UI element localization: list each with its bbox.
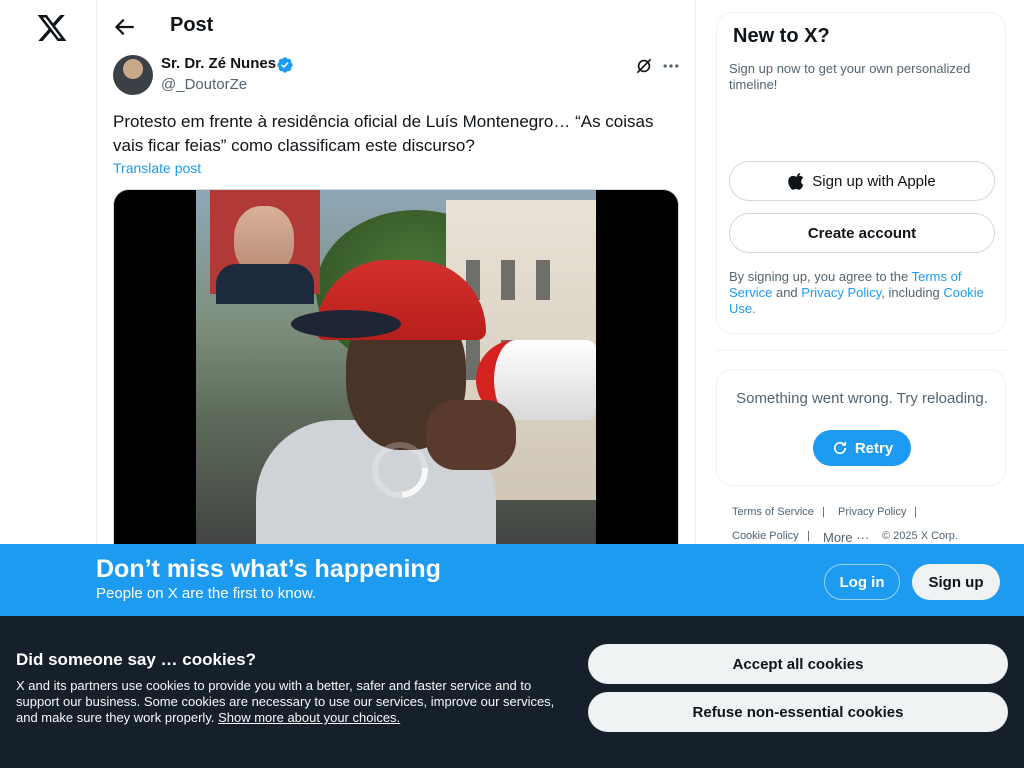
banner-subtitle: People on X are the first to know. [96, 585, 317, 602]
post-video[interactable] [113, 189, 679, 569]
accept-all-cookies-button[interactable]: Accept all cookies [588, 644, 1008, 684]
create-account-button[interactable]: Create account [729, 213, 995, 253]
terms-prefix: By signing up, you agree to the [729, 269, 912, 284]
video-person-cap-bill [291, 310, 401, 338]
x-logo-icon[interactable] [36, 12, 68, 44]
post-text: Protesto em frente à residência oficial … [113, 112, 654, 155]
avatar[interactable] [113, 55, 153, 95]
sign-up-with-apple-button[interactable]: Sign up with Apple [729, 161, 995, 201]
cookie-body: X and its partners use cookies to provid… [16, 678, 576, 726]
refuse-non-essential-cookies-button[interactable]: Refuse non-essential cookies [588, 692, 1008, 732]
footer-separator: | [822, 506, 825, 518]
footer-copyright: © 2025 X Corp. [882, 530, 958, 542]
error-message: Something went wrong. Try reloading. [736, 390, 988, 407]
page-title: Post [170, 14, 214, 36]
retry-button[interactable]: Retry [813, 430, 911, 466]
privacy-policy-link[interactable]: Privacy Policy [801, 285, 881, 300]
post-header: Post [97, 0, 697, 53]
signup-card: New to X? Sign up now to get your own pe… [716, 12, 1006, 334]
video-frame [196, 190, 596, 568]
video-person-hand [426, 400, 516, 470]
show-more-choices-link[interactable]: Show more about your choices. [218, 710, 400, 725]
author-handle[interactable]: @_DoutorZe [161, 76, 247, 93]
signup-terms: By signing up, you agree to the Terms of… [729, 269, 995, 317]
apple-icon [788, 173, 804, 190]
back-arrow-icon[interactable] [111, 14, 137, 40]
more-options-icon[interactable] [661, 56, 681, 76]
author-name[interactable]: Sr. Dr. Zé Nunes [161, 55, 276, 72]
terms-and: and [772, 285, 802, 300]
page: Post Sr. Dr. Zé Nunes @_DoutorZe Protest… [0, 0, 1024, 768]
terms-including: , including [881, 285, 944, 300]
sidebar-divider [716, 350, 1006, 351]
retry-label: Retry [854, 439, 894, 457]
footer-cookie-link[interactable]: Cookie Policy [732, 530, 799, 542]
footer-separator: | [807, 530, 810, 542]
signup-title: New to X? [733, 25, 830, 47]
footer-terms-link[interactable]: Terms of Service [732, 506, 814, 518]
log-in-button[interactable]: Log in [824, 564, 900, 600]
error-card: Something went wrong. Try reloading. Ret… [716, 369, 1006, 486]
sign-up-button[interactable]: Sign up [912, 564, 1000, 600]
cookie-title: Did someone say … cookies? [16, 650, 256, 669]
footer-separator: | [914, 506, 917, 518]
verified-badge-icon [277, 57, 293, 73]
grok-icon[interactable] [634, 56, 654, 76]
refresh-icon [833, 441, 846, 455]
video-inset-portrait [210, 190, 320, 304]
footer-more-button[interactable]: More ··· [823, 530, 869, 545]
translate-post-link[interactable]: Translate post [113, 160, 201, 176]
banner-title: Don’t miss what’s happening [96, 555, 441, 583]
signup-subtitle: Sign up now to get your own personalized… [729, 61, 971, 92]
sign-up-with-apple-label: Sign up with Apple [812, 172, 936, 190]
login-banner: Don’t miss what’s happening People on X … [0, 544, 1024, 616]
cookie-banner: Did someone say … cookies? X and its par… [0, 616, 1024, 768]
footer-privacy-link[interactable]: Privacy Policy [838, 506, 906, 518]
